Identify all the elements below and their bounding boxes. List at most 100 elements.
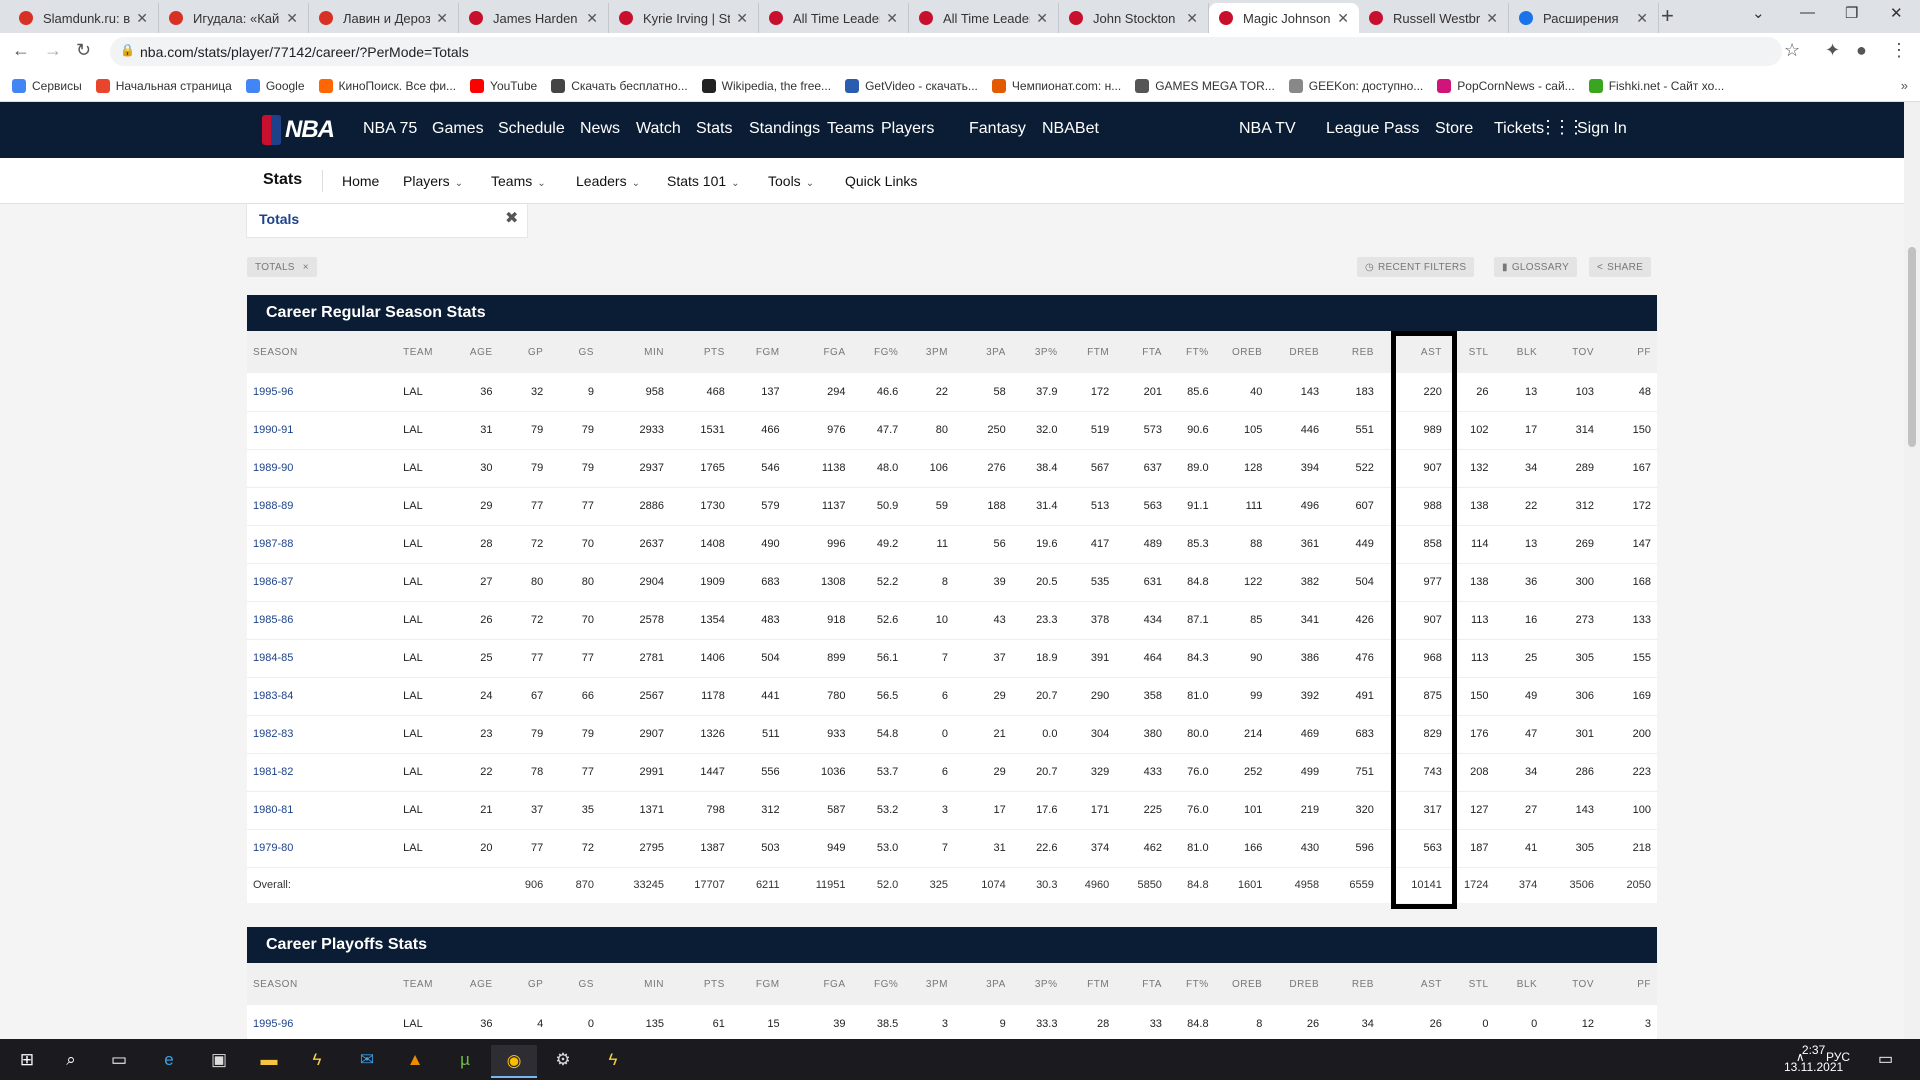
task-view-icon[interactable]: ▭ (106, 1047, 132, 1073)
column-header-pts[interactable]: PTS (669, 331, 731, 373)
file-explorer-icon[interactable]: ▬ (256, 1047, 282, 1073)
column-header-fta[interactable]: FTA (1115, 963, 1168, 1005)
profile-icon[interactable]: ● (1856, 40, 1867, 61)
store-icon[interactable]: ▣ (206, 1047, 232, 1073)
mail-icon[interactable]: ✉ (354, 1047, 380, 1073)
column-header-reb[interactable]: REB (1325, 963, 1380, 1005)
browser-tab[interactable]: Kyrie Irving | Sta ✕ (609, 3, 759, 33)
reload-icon[interactable]: ↻ (76, 40, 91, 61)
totals-chip[interactable]: TOTALS × (247, 257, 317, 277)
edge-icon[interactable]: e (156, 1047, 182, 1073)
column-header-ftm[interactable]: FTM (1063, 963, 1116, 1005)
column-header-team[interactable]: TEAM (397, 331, 453, 373)
column-header-reb[interactable]: REB (1325, 331, 1380, 373)
tab-close-icon[interactable]: ✕ (1186, 10, 1198, 27)
bookmark-item[interactable]: GetVideo - скачать... (845, 78, 978, 93)
column-header-fgm[interactable]: FGM (730, 963, 786, 1005)
nav-item-fantasy[interactable]: Fantasy (969, 120, 1026, 138)
close-filter-icon[interactable]: ✖ (505, 208, 518, 228)
nav-item-standings[interactable]: Standings (749, 120, 820, 138)
subnav-quick-links[interactable]: Quick Links (845, 173, 917, 189)
bookmark-item[interactable]: Скачать бесплатно... (551, 78, 688, 93)
season-link[interactable]: 1985-86 (247, 601, 398, 640)
nav-item-schedule[interactable]: Schedule (498, 120, 565, 138)
share-button[interactable]: < SHARE (1589, 257, 1652, 277)
url-field[interactable]: 🔒 nba.com/stats/player/77142/career/?Per… (110, 37, 1782, 66)
season-link[interactable]: 1988-89 (247, 487, 398, 526)
nav-item-nba-tv[interactable]: NBA TV (1239, 120, 1296, 138)
column-header-gp[interactable]: GP (498, 331, 550, 373)
column-header-gs[interactable]: GS (549, 331, 600, 373)
season-link[interactable]: 1981-82 (247, 753, 398, 792)
column-header-3pa[interactable]: 3PA (953, 331, 1012, 373)
subnav-players[interactable]: Players ⌄ (403, 173, 463, 189)
tab-close-icon[interactable]: ✕ (286, 10, 298, 27)
browser-tab[interactable]: Slamdunk.ru: вс ✕ (9, 3, 159, 33)
utorrent-icon[interactable]: µ (452, 1047, 478, 1073)
glossary-button[interactable]: ▮ GLOSSARY (1494, 257, 1578, 277)
forward-icon[interactable]: → (44, 40, 62, 61)
nba-logo[interactable]: NBA (262, 114, 335, 146)
column-header-fta[interactable]: FTA (1115, 331, 1168, 373)
column-header-3pa[interactable]: 3PA (953, 963, 1012, 1005)
column-header-fga[interactable]: FGA (785, 963, 852, 1005)
column-header-min[interactable]: MIN (599, 331, 670, 373)
bookmark-star-icon[interactable]: ☆ (1784, 40, 1800, 61)
browser-tab[interactable]: Лавин и Дероза ✕ (309, 3, 459, 33)
column-header-gp[interactable]: GP (498, 963, 550, 1005)
nav-item-stats[interactable]: Stats (696, 120, 732, 138)
nav-item-games[interactable]: Games (432, 120, 484, 138)
bookmark-item[interactable]: YouTube (470, 78, 537, 93)
column-header-age[interactable]: AGE (452, 331, 499, 373)
season-link[interactable]: 1979-80 (247, 829, 398, 868)
recent-filters-button[interactable]: ◷ RECENT FILTERS (1357, 257, 1475, 277)
browser-tab[interactable]: All Time Leader ✕ (909, 3, 1059, 33)
column-header-team[interactable]: TEAM (397, 963, 453, 1005)
nav-item-watch[interactable]: Watch (636, 120, 681, 138)
browser-tab[interactable]: John Stockton | ✕ (1059, 3, 1209, 33)
tab-close-icon[interactable]: ✕ (136, 10, 148, 27)
column-header-oreb[interactable]: OREB (1214, 331, 1269, 373)
column-header-fg-pct[interactable]: FG% (851, 963, 905, 1005)
back-icon[interactable]: ← (12, 40, 30, 61)
extensions-icon[interactable]: ✦ (1825, 40, 1840, 61)
column-header-age[interactable]: AGE (452, 963, 499, 1005)
column-header-tov[interactable]: TOV (1543, 963, 1600, 1005)
vlc-icon[interactable]: ▲ (402, 1047, 428, 1073)
season-link[interactable]: 1986-87 (247, 563, 398, 602)
column-header-gs[interactable]: GS (549, 963, 600, 1005)
column-header-ast[interactable]: AST (1379, 963, 1448, 1005)
nav-item-teams[interactable]: Teams (827, 120, 874, 138)
column-header-tov[interactable]: TOV (1543, 331, 1600, 373)
tab-close-icon[interactable]: ✕ (1337, 10, 1349, 27)
nav-item-tickets[interactable]: Tickets (1494, 120, 1544, 138)
bookmark-item[interactable]: Fishki.net - Сайт хо... (1588, 78, 1724, 93)
nav-item-league-pass[interactable]: League Pass (1326, 120, 1419, 138)
apps-grid-icon[interactable]: ⋮⋮⋮ (1539, 117, 1585, 138)
bookmark-item[interactable]: PopCornNews - сай... (1437, 78, 1575, 93)
browser-tab[interactable]: All Time Leader ✕ (759, 3, 909, 33)
season-link[interactable]: 1983-84 (247, 677, 398, 716)
stats-brand[interactable]: Stats (263, 171, 302, 189)
bookmark-item[interactable]: КиноПоиск. Все фи... (318, 78, 456, 93)
column-header-3pm[interactable]: 3PM (904, 331, 954, 373)
browser-tab[interactable]: Игудала: «Кайр ✕ (159, 3, 309, 33)
tab-search-icon[interactable]: ⌄ (1752, 4, 1765, 22)
per-mode-filter[interactable]: Totals (259, 211, 299, 227)
bookmark-item[interactable]: Чемпионат.com: н... (991, 78, 1121, 93)
bookmark-item[interactable]: GAMES MEGA TOR... (1135, 78, 1275, 93)
season-link[interactable]: 1995-96 (247, 1005, 398, 1039)
browser-tab[interactable]: James Harden | ✕ (459, 3, 609, 33)
tab-close-icon[interactable]: ✕ (1036, 10, 1048, 27)
season-link[interactable]: 1982-83 (247, 715, 398, 754)
nav-item-players[interactable]: Players (881, 120, 934, 138)
tab-close-icon[interactable]: ✕ (736, 10, 748, 27)
column-header-oreb[interactable]: OREB (1214, 963, 1269, 1005)
close-window-icon[interactable]: ✕ (1890, 4, 1903, 22)
windows-start-icon[interactable]: ⊞ (14, 1047, 40, 1073)
subnav-stats-101[interactable]: Stats 101 ⌄ (667, 173, 740, 189)
maximize-icon[interactable]: ❐ (1845, 4, 1858, 22)
column-header-fga[interactable]: FGA (785, 331, 852, 373)
chrome-icon[interactable]: ◉ (491, 1045, 537, 1078)
nav-item-store[interactable]: Store (1435, 120, 1473, 138)
